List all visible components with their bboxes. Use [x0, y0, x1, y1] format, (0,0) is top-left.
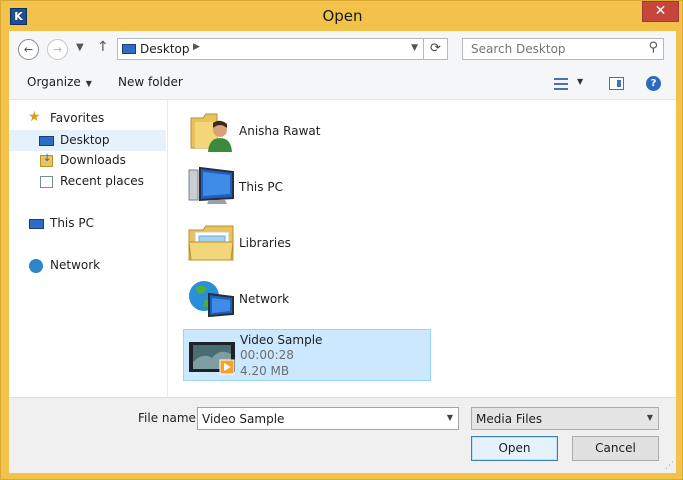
file-name-combobox[interactable]: ▼ — [197, 407, 459, 430]
libraries-icon — [188, 225, 234, 261]
file-list: Anisha Rawat This PC Libraries Network V… — [168, 100, 676, 397]
desktop-icon — [39, 136, 54, 146]
command-bar: Organize ▼ New folder ▼ ? — [9, 68, 676, 100]
organize-button[interactable]: Organize ▼ — [27, 75, 92, 89]
nav-item-recent-places[interactable]: Recent places — [9, 172, 166, 192]
back-arrow-icon: ← — [23, 43, 34, 56]
breadcrumb-desktop[interactable]: Desktop — [140, 42, 190, 56]
file-name-label: File name: — [138, 411, 200, 425]
address-bar[interactable]: Desktop ▶ ▼ — [117, 38, 424, 60]
up-arrow-icon[interactable]: ↑ — [97, 39, 109, 55]
search-box[interactable]: ⚲ — [462, 38, 664, 60]
nav-item-desktop[interactable]: Desktop — [9, 130, 166, 151]
nav-item-downloads[interactable]: Downloads — [9, 151, 166, 171]
file-name: Anisha Rawat — [239, 124, 321, 138]
recent-places-icon — [40, 176, 53, 188]
list-item[interactable]: Anisha Rawat — [183, 104, 431, 156]
dialog-body: ← → ▼ ↑ Desktop ▶ ▼ ⟳ ⚲ Organize ▼ New fo… — [9, 31, 676, 473]
preview-pane-icon[interactable] — [609, 77, 624, 90]
forward-arrow-icon: → — [52, 43, 63, 56]
open-dialog: K Open ✕ ← → ▼ ↑ Desktop ▶ ▼ ⟳ ⚲ Organiz… — [0, 0, 683, 480]
change-view-icon[interactable] — [554, 78, 568, 90]
nav-item-this-pc[interactable]: This PC — [9, 214, 166, 234]
help-icon[interactable]: ? — [646, 76, 661, 91]
organize-label: Organize — [27, 75, 81, 89]
title-bar[interactable]: K Open ✕ — [1, 1, 683, 31]
file-name-bar: File name: ▼ Media Files ▼ Open Cancel ⋰ — [9, 397, 676, 473]
nav-item-label: Downloads — [60, 153, 126, 167]
video-thumbnail-icon — [189, 342, 235, 375]
open-button[interactable]: Open — [471, 436, 558, 461]
refresh-icon: ⟳ — [430, 41, 441, 56]
file-name: Network — [239, 292, 290, 306]
nav-item-favorites[interactable]: ★ Favorites — [9, 109, 166, 129]
search-input[interactable] — [463, 39, 646, 59]
view-options-chevron-icon[interactable]: ▼ — [577, 77, 583, 86]
navigation-pane: ★ Favorites Desktop Downloads Recent pla… — [9, 100, 167, 397]
back-button[interactable]: ← — [18, 39, 39, 60]
address-dropdown-icon[interactable]: ▼ — [411, 43, 418, 53]
new-folder-button[interactable]: New folder — [118, 75, 183, 89]
file-size: 4.20 MB — [240, 364, 290, 378]
network-icon — [29, 259, 43, 273]
file-type-select[interactable]: Media Files ▼ — [471, 407, 659, 430]
recent-locations-chevron-icon[interactable]: ▼ — [76, 42, 84, 53]
nav-item-network[interactable]: Network — [9, 256, 166, 276]
network-globe-icon — [189, 281, 234, 318]
list-item[interactable]: Video Sample 00:00:28 4.20 MB — [183, 329, 431, 381]
file-name-field[interactable] — [198, 408, 437, 429]
nav-item-label: This PC — [50, 216, 94, 230]
nav-item-label: Network — [50, 258, 101, 272]
close-button[interactable]: ✕ — [642, 1, 679, 22]
close-icon: ✕ — [654, 3, 667, 19]
file-name: Libraries — [239, 236, 291, 250]
list-item[interactable]: This PC — [183, 160, 431, 212]
star-icon: ★ — [28, 109, 41, 125]
file-duration: 00:00:28 — [240, 348, 294, 362]
address-row: ← → ▼ ↑ Desktop ▶ ▼ ⟳ ⚲ — [9, 31, 676, 68]
window-title: Open — [322, 7, 363, 25]
nav-item-label: Desktop — [60, 133, 110, 147]
file-type-value: Media Files — [476, 412, 543, 426]
list-item[interactable]: Network — [183, 272, 431, 324]
search-icon[interactable]: ⚲ — [648, 40, 658, 55]
desktop-icon — [122, 44, 136, 54]
list-item[interactable]: Libraries — [183, 216, 431, 268]
downloads-icon — [40, 153, 53, 167]
nav-item-label: Favorites — [50, 111, 105, 125]
chevron-down-icon: ▼ — [85, 79, 92, 88]
chevron-down-icon: ▼ — [646, 413, 653, 422]
breadcrumb-chevron-icon[interactable]: ▶ — [193, 42, 200, 52]
nav-item-label: Recent places — [60, 174, 144, 188]
resize-grip-icon[interactable]: ⋰ — [665, 461, 674, 471]
chevron-down-icon[interactable]: ▼ — [447, 413, 453, 422]
refresh-button[interactable]: ⟳ — [424, 38, 448, 60]
file-name: This PC — [239, 180, 283, 194]
file-name: Video Sample — [240, 333, 323, 347]
cancel-button[interactable]: Cancel — [572, 436, 659, 461]
user-folder-icon — [190, 113, 232, 152]
this-pc-icon — [29, 219, 44, 229]
forward-button[interactable]: → — [47, 39, 68, 60]
computer-icon — [188, 166, 234, 204]
